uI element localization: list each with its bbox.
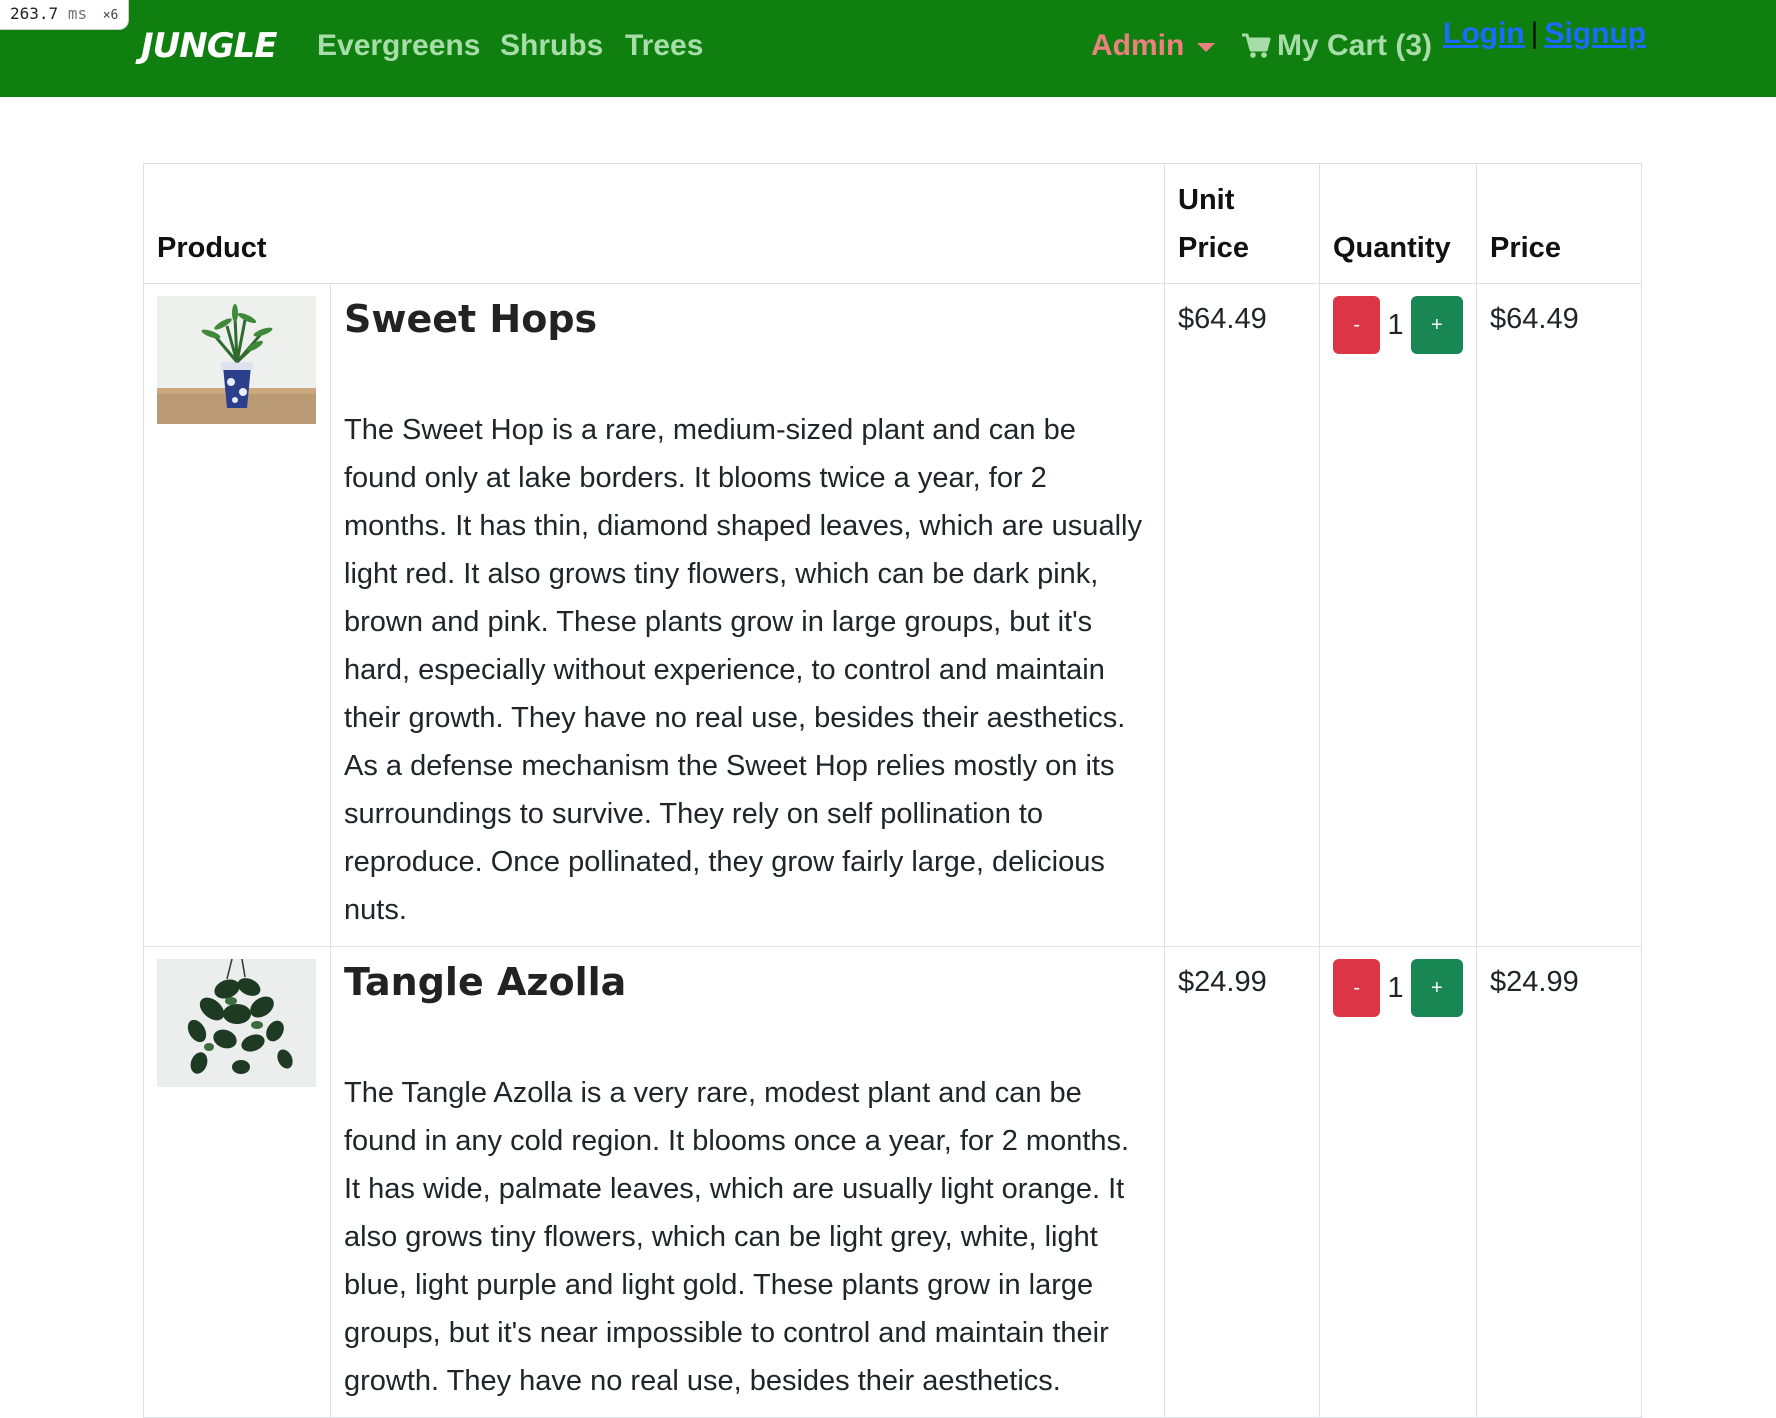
- table-header-row: Product Unit Price Quantity Price: [143, 163, 1642, 284]
- quantity-cell: - 1 +: [1319, 946, 1477, 1418]
- header-unit-price: Unit Price: [1164, 163, 1320, 284]
- increase-quantity-button[interactable]: +: [1410, 296, 1463, 354]
- quantity-value: 1: [1387, 308, 1404, 341]
- unit-price: $24.99: [1178, 966, 1267, 998]
- auth-links: Login | Signup: [1443, 17, 1646, 51]
- header-unit-price-line2: Price: [1178, 232, 1249, 264]
- admin-dropdown[interactable]: Admin: [1091, 29, 1184, 63]
- decrease-quantity-button[interactable]: -: [1333, 959, 1381, 1017]
- table-row: Tangle Azolla The Tangle Azolla is a ver…: [143, 946, 1642, 1418]
- header-unit-price-line1: Unit: [1178, 184, 1235, 216]
- product-name: Tangle Azolla: [344, 960, 627, 1004]
- increase-quantity-button[interactable]: +: [1410, 959, 1463, 1017]
- render-time-unit: ms: [67, 4, 88, 23]
- render-time-value: 263.7: [10, 4, 59, 23]
- product-info-cell: Sweet Hops The Sweet Hop is a rare, medi…: [330, 283, 1165, 947]
- brand-logo[interactable]: JUNGLE: [141, 26, 278, 66]
- unit-price: $64.49: [1178, 303, 1267, 335]
- line-price-cell: $64.49: [1476, 283, 1642, 947]
- unit-price-cell: $64.49: [1164, 283, 1320, 947]
- auth-separator: |: [1530, 17, 1539, 50]
- product-description: The Tangle Azolla is a very rare, modest…: [344, 1077, 1130, 1397]
- render-time-badge: 263.7 ms ×6: [0, 0, 130, 30]
- nav-link-evergreens[interactable]: Evergreens: [317, 29, 480, 63]
- caret-down-icon[interactable]: [1197, 43, 1215, 52]
- line-price: $64.49: [1490, 303, 1579, 335]
- product-info-cell: Tangle Azolla The Tangle Azolla is a ver…: [330, 946, 1165, 1418]
- shopping-cart-icon: [1241, 32, 1271, 60]
- nav-link-trees[interactable]: Trees: [625, 29, 703, 63]
- nav-link-shrubs[interactable]: Shrubs: [500, 29, 603, 63]
- cart-table: Product Unit Price Quantity Price Sweet …: [143, 163, 1642, 1418]
- signup-link[interactable]: Signup: [1544, 17, 1646, 50]
- quantity-stepper: - 1 +: [1333, 296, 1463, 354]
- quantity-stepper: - 1 +: [1333, 959, 1463, 1017]
- unit-price-cell: $24.99: [1164, 946, 1320, 1418]
- tangle-azolla-image: [157, 959, 316, 1087]
- header-product: Product: [143, 163, 1165, 284]
- my-cart-link[interactable]: My Cart (3): [1241, 29, 1432, 63]
- quantity-value: 1: [1387, 971, 1404, 1004]
- top-navbar: JUNGLE Evergreens Shrubs Trees Admin My …: [0, 0, 1776, 97]
- table-row: Sweet Hops The Sweet Hop is a rare, medi…: [143, 283, 1642, 947]
- line-price: $24.99: [1490, 966, 1579, 998]
- line-price-cell: $24.99: [1476, 946, 1642, 1418]
- product-name: Sweet Hops: [344, 297, 598, 341]
- product-image-cell: [143, 283, 331, 947]
- my-cart-label: My Cart (3): [1277, 29, 1433, 62]
- product-description: The Sweet Hop is a rare, medium-sized pl…: [344, 414, 1142, 926]
- decrease-quantity-button[interactable]: -: [1333, 296, 1381, 354]
- login-link[interactable]: Login: [1443, 17, 1525, 50]
- header-quantity: Quantity: [1319, 163, 1477, 284]
- sweet-hops-image: [157, 296, 316, 424]
- product-image-cell: [143, 946, 331, 1418]
- render-time-multiplier: ×6: [102, 8, 119, 23]
- quantity-cell: - 1 +: [1319, 283, 1477, 947]
- header-price: Price: [1476, 163, 1642, 284]
